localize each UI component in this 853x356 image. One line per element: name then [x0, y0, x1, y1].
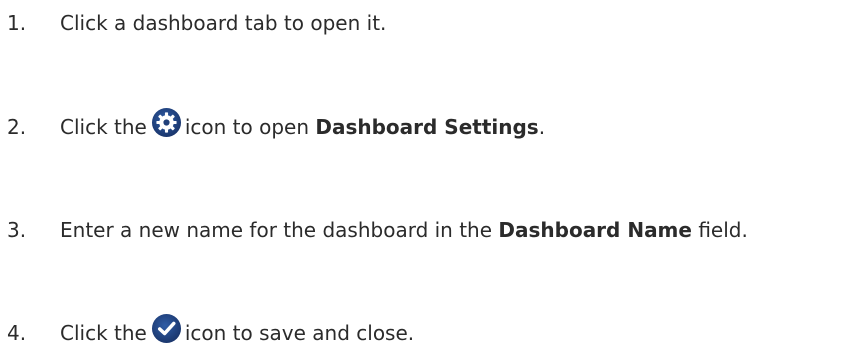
- step-text: Enter a new name for the dashboard in th…: [60, 215, 748, 245]
- step-text-before: Click the: [60, 321, 147, 345]
- step-text-after: icon to save and close.: [184, 321, 415, 345]
- step-text-after: icon to open: [184, 115, 310, 139]
- step-text-end: .: [538, 115, 546, 139]
- dashboard-settings-label: Dashboard Settings: [315, 115, 539, 139]
- step-text: Click the icon to open Dashboard Setting…: [60, 107, 546, 143]
- step-number: 4.: [7, 321, 27, 345]
- step-1: 1. Click a dashboard tab to open it.: [7, 8, 386, 38]
- gear-icon: [151, 107, 182, 138]
- step-text-end: field.: [698, 218, 748, 242]
- step-4: 4. Click the icon to save and close.: [7, 313, 415, 349]
- step-text-body: Click a dashboard tab to open it.: [60, 11, 387, 35]
- dashboard-name-field-label: Dashboard Name: [498, 218, 692, 242]
- step-number: 2.: [7, 115, 27, 139]
- step-2: 2. Click the icon to open Dashboard Sett…: [7, 107, 546, 143]
- checkmark-icon: [151, 313, 182, 344]
- step-3: 3. Enter a new name for the dashboard in…: [7, 215, 748, 245]
- instruction-list: 1. Click a dashboard tab to open it. 2. …: [0, 0, 853, 356]
- step-number: 3.: [7, 218, 27, 242]
- step-number: 1.: [7, 11, 27, 35]
- step-text: Click the icon to save and close.: [60, 313, 415, 349]
- step-text: Click a dashboard tab to open it.: [60, 8, 386, 38]
- step-text-before: Click the: [60, 115, 147, 139]
- step-text-before: Enter a new name for the dashboard in th…: [60, 218, 493, 242]
